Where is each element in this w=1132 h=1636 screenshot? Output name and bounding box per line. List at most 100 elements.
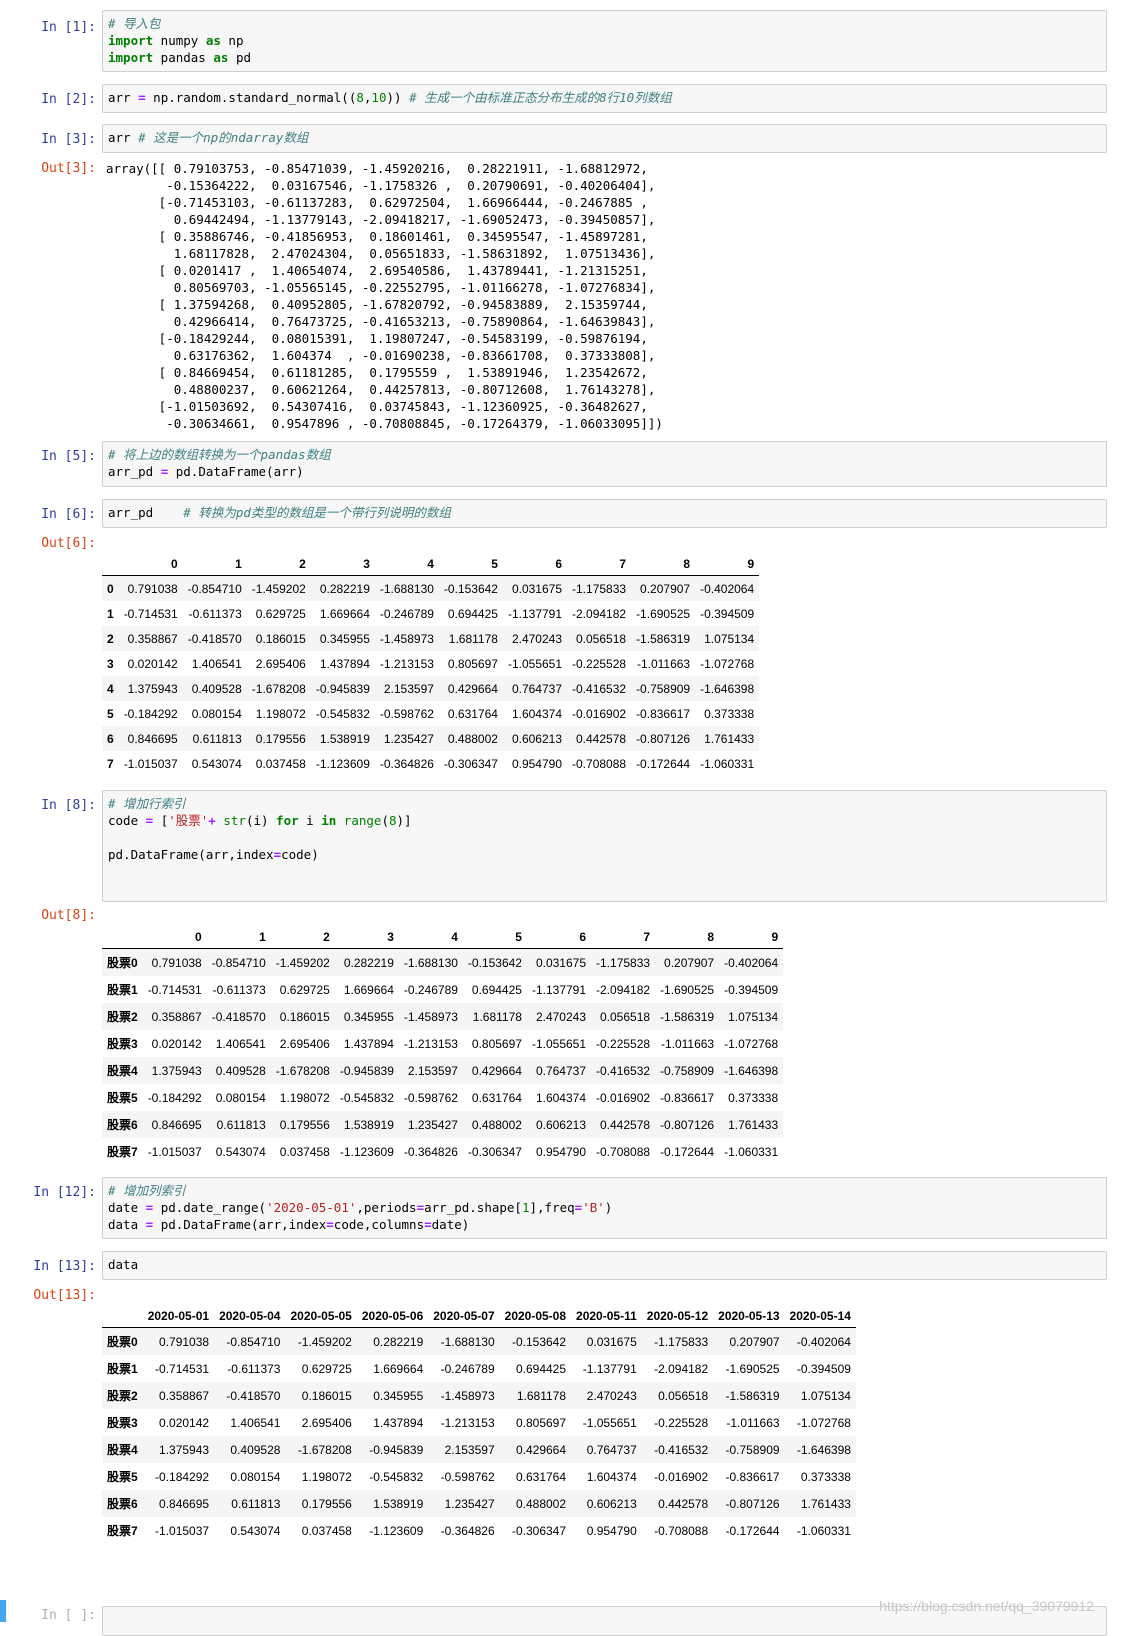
table-row: 股票1 -0.714531 -0.611373 0.629725 1.669664 -0.… xyxy=(102,976,783,1003)
table-cell: 1.235427 xyxy=(407,1117,458,1132)
table-cell: 0.056518 xyxy=(600,1009,651,1024)
table-cell: 0.207907 xyxy=(664,955,715,970)
row-index: 3 xyxy=(107,656,114,671)
table-cell: -0.758909 xyxy=(725,1442,780,1457)
code-line: arr = np.random.standard_normal((8,10)) … xyxy=(108,90,672,105)
code-input[interactable]: # 增加列索引 date = pd.date_range('2020-05-01… xyxy=(102,1177,1107,1239)
code-input[interactable]: # 导入包 import numpy as np import pandas a… xyxy=(102,10,1107,72)
code-line: import pandas as pd xyxy=(108,50,252,65)
column-header: 2 xyxy=(246,541,311,576)
column-header: 0 xyxy=(118,541,183,576)
code-line: code = ['股票'+ str(i) for i in range(8)] xyxy=(108,813,412,828)
table-cell: 1.198072 xyxy=(301,1469,352,1484)
row-index: 股票2 xyxy=(107,1010,138,1024)
code-line: arr_pd = pd.DataFrame(arr) xyxy=(108,464,304,479)
dataframe-table: 2020-05-01 2020-05-04 2020-05-05 2020-05-06… xyxy=(102,1293,856,1544)
table-cell: 1.198072 xyxy=(255,706,306,721)
code-input[interactable]: arr # 这是一个np的ndarray数组 xyxy=(102,124,1107,153)
table-cell: 0.020142 xyxy=(151,1036,202,1051)
table-cell: -0.836617 xyxy=(636,706,691,721)
table-cell: -0.153642 xyxy=(467,955,522,970)
table-cell: 0.442578 xyxy=(576,731,627,746)
table-cell: 0.764737 xyxy=(535,1063,587,1078)
table-cell: 1.375943 xyxy=(151,1063,202,1078)
column-header: 2020-05-05 xyxy=(285,1293,357,1328)
table-cell: -0.364826 xyxy=(379,756,434,771)
table-cell: -1.646398 xyxy=(700,681,755,696)
table-cell: -1.011663 xyxy=(636,656,691,671)
table-cell: 0.442578 xyxy=(600,1117,651,1132)
table-row: 股票4 1.375943 0.409528 -1.678208 -0.945839 2.1… xyxy=(102,1057,784,1084)
table-cell: 0.080154 xyxy=(191,706,242,721)
code-input[interactable]: # 增加行索引 code = ['股票'+ str(i) for i in ra… xyxy=(102,790,1107,902)
table-cell: 0.488002 xyxy=(447,731,498,746)
row-index: 股票2 xyxy=(107,1389,138,1403)
table-cell: 1.198072 xyxy=(279,1090,330,1105)
table-cell: 0.080154 xyxy=(215,1090,266,1105)
table-cell: 1.669664 xyxy=(373,1361,424,1376)
column-header: 3 xyxy=(334,914,399,949)
table-row: 股票6 0.846695 0.611813 0.179556 1.538919 1.235… xyxy=(102,1490,856,1517)
code-line: import numpy as np xyxy=(108,33,244,48)
table-cell: 0.791038 xyxy=(151,955,202,970)
table-cell: 0.694425 xyxy=(471,982,522,997)
table-cell: -1.458973 xyxy=(379,631,434,646)
index-header xyxy=(102,1293,143,1328)
input-prompt: In [13]: xyxy=(33,1259,96,1274)
table-cell: -0.807126 xyxy=(636,731,691,746)
table-cell: 1.235427 xyxy=(383,731,434,746)
code-input[interactable]: arr = np.random.standard_normal((8,10)) … xyxy=(102,84,1107,113)
table-cell: -1.055651 xyxy=(531,1036,587,1051)
table-cell: 1.375943 xyxy=(127,681,178,696)
table-cell: 0.805697 xyxy=(515,1415,567,1430)
table-cell: 1.604374 xyxy=(535,1090,587,1105)
column-header: 2020-05-13 xyxy=(713,1293,785,1328)
code-input[interactable]: arr_pd # 转换为pd类型的数组是一个带行列说明的数组 xyxy=(102,499,1107,528)
table-cell: -2.094182 xyxy=(654,1361,709,1376)
code-line: arr # 这是一个np的ndarray数组 xyxy=(108,130,309,145)
table-cell: 0.409528 xyxy=(191,681,242,696)
table-cell: 0.611813 xyxy=(192,731,242,746)
table-cell: -0.945839 xyxy=(339,1063,394,1078)
table-row: 7 -1.015037 0.543074 0.037458 -1.123609 -0.36… xyxy=(102,751,759,776)
column-header: 5 xyxy=(462,914,527,949)
table-cell: -0.402064 xyxy=(724,955,779,970)
table-cell: -1.213153 xyxy=(440,1415,495,1430)
table-cell: 0.442578 xyxy=(658,1496,709,1511)
table-row: 股票3 0.020142 1.406541 2.695406 1.437894 -1.21… xyxy=(102,1030,783,1057)
table-cell: -1.678208 xyxy=(297,1442,352,1457)
table-cell: 0.037458 xyxy=(255,756,306,771)
table-row: 股票6 0.846695 0.611813 0.179556 1.538919 1.235… xyxy=(102,1111,784,1138)
selected-cell-indicator xyxy=(0,1600,6,1622)
table-cell: 0.429664 xyxy=(447,681,498,696)
column-header: 8 xyxy=(631,541,696,576)
table-cell: -1.015037 xyxy=(155,1523,210,1538)
row-index: 股票4 xyxy=(107,1064,138,1078)
table-cell: -1.123609 xyxy=(339,1144,394,1159)
table-cell: 1.437894 xyxy=(373,1415,424,1430)
column-header: 8 xyxy=(655,914,720,949)
table-cell: -0.854710 xyxy=(226,1334,281,1349)
code-input[interactable]: data xyxy=(102,1251,1107,1280)
table-cell: -0.545832 xyxy=(315,706,370,721)
table-cell: -1.586319 xyxy=(725,1388,780,1403)
table-cell: 0.954790 xyxy=(586,1523,637,1538)
table-cell: 0.345955 xyxy=(319,631,370,646)
table-cell: -0.394509 xyxy=(700,606,755,621)
table-cell: -0.016902 xyxy=(654,1469,709,1484)
table-row: 股票5 -0.184292 0.080154 1.198072 -0.545832 -0.… xyxy=(102,1463,856,1490)
code-comment: # 导入包 xyxy=(108,16,161,31)
table-row: 股票0 0.791038 -0.854710 -1.459202 0.282219 -1.… xyxy=(102,948,784,976)
table-cell: -1.459202 xyxy=(297,1334,352,1349)
table-cell: 0.373338 xyxy=(728,1090,779,1105)
column-header: 2020-05-07 xyxy=(428,1293,500,1328)
table-cell: 0.358867 xyxy=(151,1009,202,1024)
code-line: date = pd.date_range('2020-05-01',period… xyxy=(108,1200,613,1215)
code-input[interactable]: # 将上边的数组转换为一个pandas数组 arr_pd = pd.DataFr… xyxy=(102,441,1107,487)
input-prompt: In [1]: xyxy=(41,20,96,35)
table-cell: -1.123609 xyxy=(369,1523,424,1538)
table-cell: -0.758909 xyxy=(660,1063,715,1078)
row-index: 股票0 xyxy=(107,956,138,970)
table-row: 股票2 0.358867 -0.418570 0.186015 0.345955 -1.4… xyxy=(102,1003,784,1030)
column-header: 2020-05-06 xyxy=(356,1293,429,1328)
